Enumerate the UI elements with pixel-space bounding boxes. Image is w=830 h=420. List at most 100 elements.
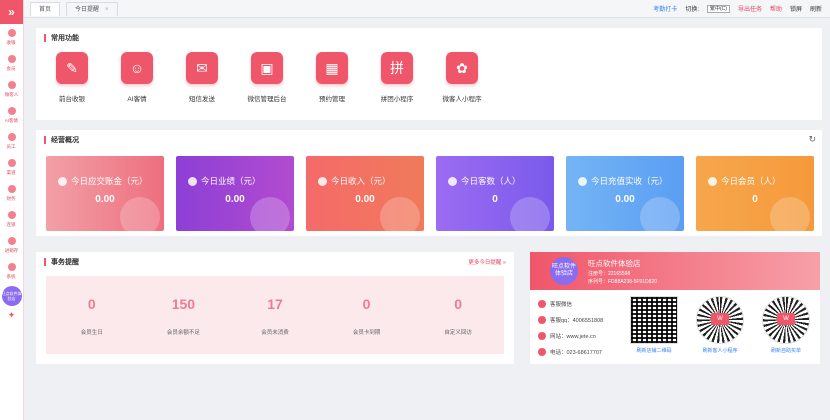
sidebar-item-cashier[interactable]: 收银: [0, 24, 23, 50]
task-reminders-panel: 事务提醒 更多今日提醒 » 0 会员生日 150 会员余额不足 17 会员未消费 0 会…: [36, 252, 514, 364]
language-select[interactable]: 繁中(C): [706, 4, 730, 13]
sidebar-item-micro-guest[interactable]: 微客人: [0, 76, 23, 102]
tab-label: 今日提醒: [75, 6, 100, 13]
sidebar-pin-icon[interactable]: ✦: [7, 310, 17, 320]
performance-icon: [188, 176, 197, 186]
sidebar-item-members[interactable]: 会员: [0, 50, 23, 76]
contact-list: 客服微信 客服qq：4006551808 网站：www.jete.cn 电话：0…: [538, 296, 626, 360]
contact-label: 客服qq：4006551808: [550, 318, 604, 324]
ai-nav-icon: [7, 106, 16, 115]
business-overview-panel: 经营概况 ↻ 今日应交账金（元） 0.00 今日业绩（元） 0.00 今日收入（元）…: [36, 130, 822, 236]
sidebar-item-label: AI客情: [4, 117, 19, 124]
qrcode-guest-miniapp: 刷新客人小程序: [694, 296, 746, 360]
customers-icon: [448, 176, 457, 186]
card-members[interactable]: 今日会员（人） 0: [696, 156, 814, 231]
sidebar-item-label: 系统: [6, 273, 16, 280]
task-low-balance[interactable]: 150 会员余额不足: [138, 276, 230, 354]
function-label: AI客情: [127, 96, 147, 103]
task-count: 0: [87, 296, 96, 312]
guest-nav-icon: [7, 80, 16, 89]
sidebar-item-ai-customer[interactable]: AI客情: [0, 102, 23, 128]
sidebar-item-label: 财务: [6, 195, 16, 202]
card-performance[interactable]: 今日业绩（元） 0.00: [176, 156, 294, 231]
receivable-icon: [58, 176, 67, 186]
system-nav-icon: [7, 262, 16, 271]
recharge-icon: [578, 176, 587, 186]
contact-qq: 客服qq：4006551808: [538, 312, 626, 328]
channel-nav-icon: [7, 158, 16, 167]
function-cashier-button[interactable]: ✎ 前台收银: [48, 52, 96, 103]
export-task-button[interactable]: 导出任务: [738, 4, 762, 13]
function-group-buy-button[interactable]: 拼拼团小程序: [373, 52, 421, 103]
function-wechat-admin-button[interactable]: ▣ 微信管理后台: [243, 52, 291, 103]
sidebar-item-label: 会员: [6, 65, 16, 72]
contact-wechat: 客服微信: [538, 296, 626, 312]
sidebar-item-finance[interactable]: 财务: [0, 180, 23, 206]
function-label: 预约管理: [319, 96, 345, 103]
card-customers[interactable]: 今日客数（人） 0: [436, 156, 554, 231]
more-reminders-link[interactable]: 更多今日提醒 »: [468, 258, 506, 266]
store-logo: 旺点软件体验店: [550, 257, 578, 285]
refresh-guest-miniapp-link[interactable]: 刷新客人小程序: [694, 347, 746, 354]
task-count: 17: [267, 296, 283, 312]
contact-phone: 电话：023-68617707: [538, 344, 626, 360]
refresh-self-checkout-link[interactable]: 刷新自助买单: [760, 347, 812, 354]
member-nav-icon: [7, 54, 16, 63]
contact-label: 网站：www.jete.cn: [550, 334, 596, 340]
sidebar-store-badge[interactable]: 旺点软件体验店: [1, 286, 22, 306]
card-decoration: [510, 197, 550, 231]
common-functions-title: 常用功能: [36, 28, 822, 48]
tab-label: 首页: [39, 6, 52, 13]
function-ai-customer-button[interactable]: ☺ AI客情: [113, 52, 161, 103]
card-decoration: [120, 197, 160, 231]
sms-icon: ✉: [186, 52, 218, 84]
sidebar-item-label: 员工: [6, 143, 16, 150]
card-receivable[interactable]: 今日应交账金（元） 0.00: [46, 156, 164, 231]
function-booking-button[interactable]: ▦ 预约管理: [308, 52, 356, 103]
task-custom-followup[interactable]: 0 自定义回访: [412, 276, 504, 354]
booking-icon: ▦: [316, 52, 348, 84]
self-checkout-qrcode-image: [762, 296, 810, 344]
sidebar-item-channel[interactable]: 渠道: [0, 154, 23, 180]
members-icon: [708, 176, 717, 186]
task-inactive-members[interactable]: 17 会员未消费: [229, 276, 321, 354]
task-label: 会员生日: [80, 330, 103, 336]
task-card-expiry[interactable]: 0 会员卡到期: [321, 276, 413, 354]
income-icon: [318, 176, 327, 186]
function-sms-button[interactable]: ✉ 短信发送: [178, 52, 226, 103]
task-label: 会员未消费: [261, 330, 289, 336]
card-recharge[interactable]: 今日充值实收（元） 0.00: [566, 156, 684, 231]
app-root: » 收银 会员 微客人 AI客情 员工 渠道 财务 连锁 进销存 系统 旺点软件…: [0, 0, 830, 420]
card-income[interactable]: 今日收入（元） 0.00: [306, 156, 424, 231]
sidebar-item-label: 连锁: [6, 221, 16, 228]
card-label: 今日客数（人）: [461, 176, 521, 186]
contact-website[interactable]: 网站：www.jete.cn: [538, 328, 626, 344]
sidebar-item-system[interactable]: 系统: [0, 258, 23, 284]
refresh-store-qrcode-link[interactable]: 刷新店铺二维码: [628, 347, 680, 354]
function-miniapp-button[interactable]: ✿ 微客人小程序: [438, 52, 486, 103]
sidebar-item-inventory[interactable]: 进销存: [0, 232, 23, 258]
tab-close-icon[interactable]: ×: [105, 7, 109, 13]
tab-today-reminder[interactable]: 今日提醒 ×: [66, 1, 118, 16]
help-button[interactable]: 帮助: [770, 4, 782, 13]
sidebar-toggle-button[interactable]: »: [0, 0, 23, 24]
tab-home[interactable]: 首页: [30, 1, 61, 16]
staff-nav-icon: [7, 132, 16, 141]
business-overview-title: 经营概况: [36, 130, 822, 150]
refresh-button[interactable]: 刷新: [810, 4, 822, 13]
function-label: 微客人小程序: [442, 96, 482, 103]
sidebar: » 收银 会员 微客人 AI客情 员工 渠道 财务 连锁 进销存 系统 旺点软件…: [0, 0, 24, 420]
task-label: 自定义回访: [444, 330, 472, 336]
refresh-icon[interactable]: ↻: [808, 134, 816, 145]
topbar-actions: 考勤打卡 切换: 繁中(C) 导出任务 帮助 锁屏 刷新: [653, 4, 830, 13]
card-label: 今日收入（元）: [331, 176, 391, 186]
task-member-birthday[interactable]: 0 会员生日: [46, 276, 138, 354]
sidebar-item-staff[interactable]: 员工: [0, 128, 23, 154]
store-name: 旺点软件体验店: [588, 258, 641, 268]
clock-in-link[interactable]: 考勤打卡: [653, 4, 677, 13]
qrcode-self-checkout: 刷新自助买单: [760, 296, 812, 360]
sidebar-item-chain[interactable]: 连锁: [0, 206, 23, 232]
sidebar-item-label: 渠道: [6, 169, 16, 176]
sidebar-item-label: 进销存: [4, 247, 19, 254]
lock-screen-button[interactable]: 锁屏: [790, 4, 802, 13]
